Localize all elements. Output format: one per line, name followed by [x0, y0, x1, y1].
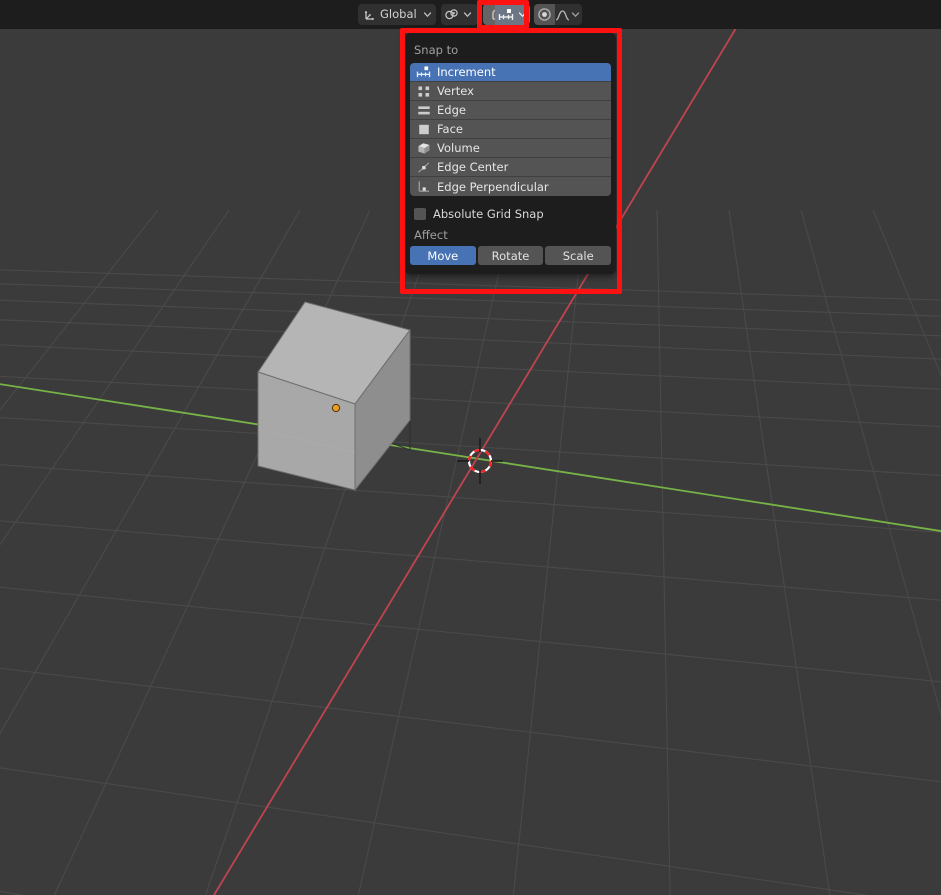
snap-item-label: Edge Perpendicular	[437, 179, 549, 194]
snap-item-vertex[interactable]: Vertex	[410, 82, 611, 101]
transform-orientation-label: Global	[380, 7, 417, 21]
proportional-edit-icon[interactable]	[534, 4, 555, 25]
affect-move-button[interactable]: Move	[410, 246, 476, 265]
chevron-down-icon[interactable]	[570, 4, 581, 25]
snap-item-label: Face	[437, 122, 464, 136]
snap-item-label: Volume	[437, 141, 480, 155]
chevron-down-icon[interactable]	[516, 4, 528, 25]
snap-edge-icon	[414, 101, 433, 120]
object-origin-dot	[331, 403, 341, 413]
snap-item-label: Vertex	[437, 84, 474, 98]
chevron-down-icon[interactable]	[461, 4, 473, 25]
snap-item-label: Edge	[437, 103, 466, 117]
snap-item-edge-perpendicular[interactable]: Edge Perpendicular	[410, 177, 611, 196]
snap-volume-icon	[414, 139, 433, 158]
snap-item-increment[interactable]: Increment	[410, 63, 611, 82]
snap-item-face[interactable]: Face	[410, 120, 611, 139]
absolute-grid-snap-label: Absolute Grid Snap	[433, 207, 544, 221]
snap-increment-icon	[414, 63, 433, 82]
pivot-point-control[interactable]	[441, 4, 478, 25]
snap-vertex-icon	[414, 82, 433, 101]
snap-to-dropdown-button[interactable]	[495, 4, 530, 25]
snap-settings-popover[interactable]: Snap to Increment Vertex Edge Face Volum…	[405, 33, 616, 274]
affect-heading: Affect	[414, 228, 448, 242]
affect-rotate-button[interactable]: Rotate	[477, 246, 544, 265]
affect-scale-button[interactable]: Scale	[545, 246, 612, 265]
affect-button-group[interactable]: Move Rotate Scale	[410, 246, 612, 265]
snap-item-edge[interactable]: Edge	[410, 101, 611, 120]
transform-orientation-icon	[360, 4, 380, 25]
snap-to-heading: Snap to	[414, 43, 459, 57]
chevron-down-icon[interactable]	[421, 4, 433, 25]
viewport-header-bar: Global	[0, 0, 941, 29]
snap-increment-icon[interactable]	[495, 4, 516, 25]
snap-face-icon	[414, 120, 433, 139]
pivot-point-icon	[441, 4, 461, 25]
transform-orientation-control[interactable]: Global	[358, 4, 436, 25]
snap-to-list[interactable]: Increment Vertex Edge Face Volume Edge C…	[410, 63, 611, 196]
snap-item-edge-center[interactable]: Edge Center	[410, 158, 611, 177]
snap-item-label: Increment	[437, 65, 496, 79]
snap-item-volume[interactable]: Volume	[410, 139, 611, 158]
absolute-grid-snap-checkbox[interactable]	[414, 208, 426, 220]
snap-edge-center-icon	[414, 158, 433, 177]
snap-item-label: Edge Center	[437, 160, 509, 174]
snap-edge-perpendicular-icon	[414, 177, 433, 196]
proportional-editing-control[interactable]	[534, 4, 582, 25]
absolute-grid-snap-row[interactable]: Absolute Grid Snap	[414, 207, 616, 221]
smooth-falloff-icon[interactable]	[555, 4, 570, 25]
